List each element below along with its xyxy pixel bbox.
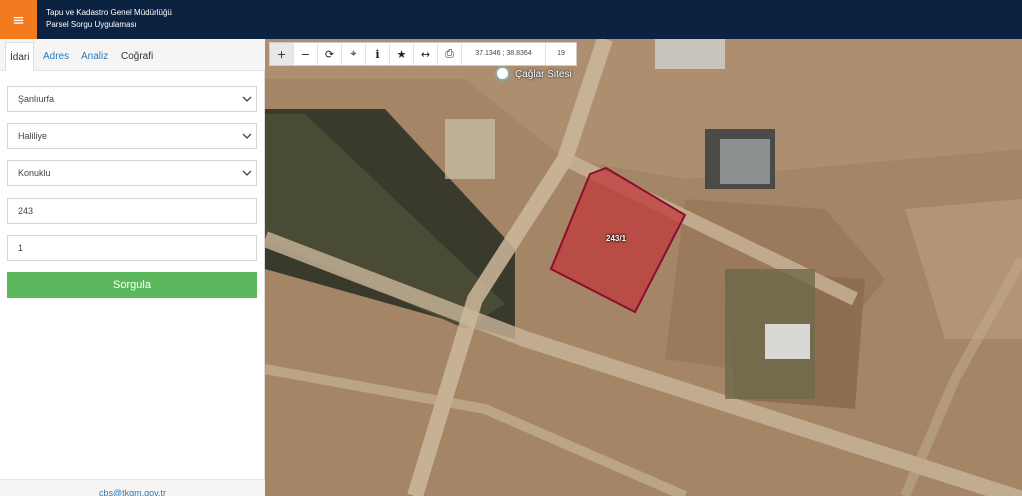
zoom-in-button[interactable]: + [270,43,294,65]
measure-icon: ↔ [420,47,431,61]
mahalle-select-value: Konuklu [18,168,51,178]
print-icon: ⎙ [445,47,454,60]
ada-input-field[interactable] [18,206,238,216]
hamburger-icon: ≡ [12,10,25,29]
locate-icon: ⌖ [350,47,357,60]
menu-button[interactable]: ≡ [0,0,37,39]
map-canvas[interactable] [265,39,1022,496]
app-title-org: Tapu ve Kadastro Genel Müdürlüğü [46,8,172,17]
mahalle-select[interactable]: Konuklu [7,160,257,186]
poi-label[interactable]: Çağlar Sitesi [515,69,572,80]
favorite-button[interactable]: ★ [390,43,414,65]
print-button[interactable]: ⎙ [438,43,462,65]
parsel-input[interactable] [7,235,257,261]
info-button[interactable]: i [366,43,390,65]
refresh-icon: ⟳ [324,47,335,61]
plus-icon: + [276,47,287,61]
app-title-app: Parsel Sorgu Uygulaması [46,20,137,29]
refresh-button[interactable]: ⟳ [318,43,342,65]
tab-adres[interactable]: Adres [39,42,73,71]
chevron-down-icon [242,133,252,139]
il-select-value: Şanlıurfa [18,94,55,104]
zoom-out-button[interactable]: − [294,43,318,65]
parsel-input-field[interactable] [18,243,238,253]
footer-email-link[interactable]: cbs@tkgm.gov.tr [99,488,166,496]
ilce-select-value: Haliliye [18,131,48,141]
satellite-imagery [265,39,1022,496]
app-header: ≡ Tapu ve Kadastro Genel Müdürlüğü Parse… [0,0,1022,39]
measure-button[interactable]: ↔ [414,43,438,65]
coordinate-readout: 37.1346 ; 38.8364 [462,43,546,65]
zoom-level: 19 [557,50,565,57]
sorgula-button[interactable]: Sorgula [7,272,257,298]
minus-icon: − [300,47,311,61]
map-toolbar: + − ⟳ ⌖ i ★ ↔ ⎙ 37.1346 ; 38.8364 19 [269,42,577,66]
footer: cbs@tkgm.gov.tr [0,479,265,496]
location-pin-icon[interactable] [495,66,510,81]
tab-cografi[interactable]: Coğrafi [117,42,157,71]
locate-button[interactable]: ⌖ [342,43,366,65]
app-title: Tapu ve Kadastro Genel Müdürlüğü Parsel … [46,7,172,31]
info-icon: i [375,47,380,61]
il-select[interactable]: Şanlıurfa [7,86,257,112]
ada-input[interactable] [7,198,257,224]
tab-idari[interactable]: İdari [5,42,35,71]
sidebar: İdari Adres Analiz Coğrafi Şanlıurfa Hal… [0,39,265,496]
star-icon: ★ [396,47,407,61]
tab-bar: İdari Adres Analiz Coğrafi [0,39,265,71]
ilce-select[interactable]: Haliliye [7,123,257,149]
tab-analiz[interactable]: Analiz [77,42,112,71]
chevron-down-icon [242,170,252,176]
parcel-label: 243/1 [606,234,627,243]
chevron-down-icon [242,96,252,102]
